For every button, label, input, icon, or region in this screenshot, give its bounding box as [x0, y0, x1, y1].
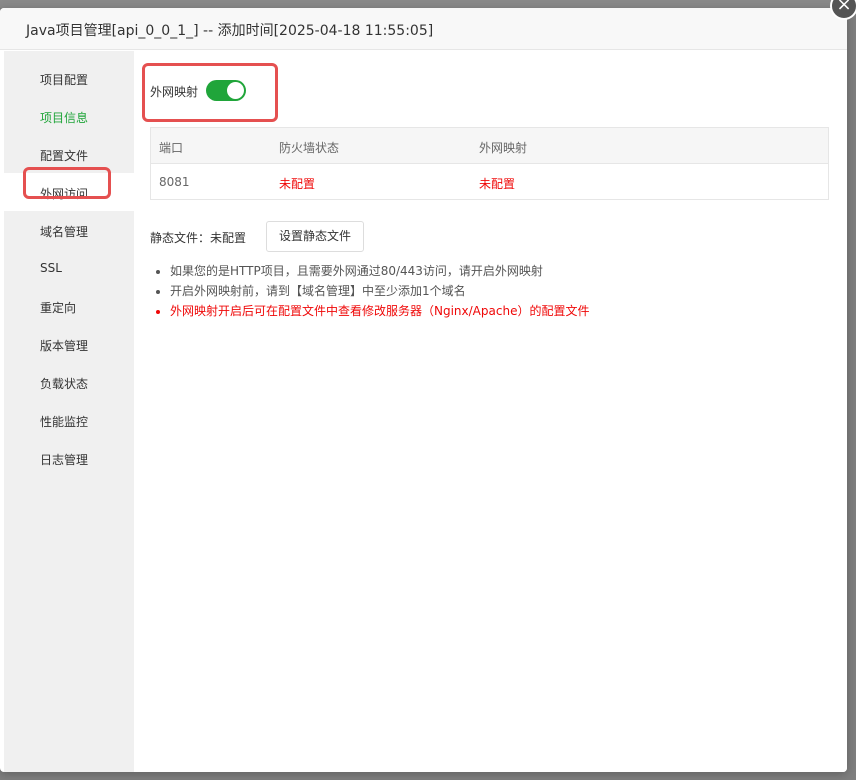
main-panel: 外网映射 端口 防火墙状态 外网映射 8081 未配置 未配置 静态文件：未配置… — [134, 51, 847, 772]
header-port: 端口 — [159, 141, 184, 155]
sidebar-item-project-info[interactable]: 项目信息 — [4, 97, 134, 135]
sidebar-item-performance-monitor[interactable]: 性能监控 — [4, 401, 134, 439]
backdrop — [0, 0, 856, 8]
tips-list: 如果您的是HTTP项目，且需要外网通过80/443访问，请开启外网映射 开启外网… — [150, 261, 589, 321]
header-firewall-status: 防火墙状态 — [279, 141, 340, 155]
sidebar-item-label: 项目信息 — [40, 111, 89, 125]
sidebar-item-version-management[interactable]: 版本管理 — [4, 325, 134, 363]
set-static-files-button[interactable]: 设置静态文件 — [266, 221, 364, 252]
cell-firewall-status: 未配置 — [279, 177, 316, 191]
sidebar-item-label: 负载状态 — [40, 377, 89, 391]
mapping-toggle-label: 外网映射 — [150, 85, 199, 99]
sidebar-item-label: 版本管理 — [40, 339, 89, 353]
toggle-knob — [227, 82, 244, 99]
static-files-label: 静态文件：未配置 — [150, 231, 247, 245]
dialog-title: Java项目管理[api_0_0_1_] -- 添加时间[2025-04-18 … — [26, 23, 434, 39]
sidebar-item-external-access[interactable]: 外网访问 — [4, 173, 134, 211]
tip-item: 如果您的是HTTP项目，且需要外网通过80/443访问，请开启外网映射 — [170, 261, 589, 281]
sidebar-item-label: 配置文件 — [40, 149, 89, 163]
header-external-mapping: 外网映射 — [479, 141, 528, 155]
cell-port: 8081 — [159, 175, 190, 189]
sidebar-item-label: 性能监控 — [40, 415, 89, 429]
tip-item: 开启外网映射前，请到【域名管理】中至少添加1个域名 — [170, 281, 589, 301]
sidebar-item-label: 重定向 — [40, 301, 77, 315]
sidebar-item-load-status[interactable]: 负载状态 — [4, 363, 134, 401]
close-icon: × — [836, 0, 852, 15]
sidebar-item-project-config[interactable]: 项目配置 — [4, 59, 134, 97]
sidebar-item-label: 项目配置 — [40, 73, 89, 87]
sidebar-item-log-management[interactable]: 日志管理 — [4, 439, 134, 477]
tip-item-warning: 外网映射开启后可在配置文件中查看修改服务器（Nginx/Apache）的配置文件 — [170, 301, 589, 321]
mapping-toggle[interactable] — [206, 80, 246, 101]
sidebar-item-redirect[interactable]: 重定向 — [4, 287, 134, 325]
dialog-title-bar: Java项目管理[api_0_0_1_] -- 添加时间[2025-04-18 … — [0, 8, 847, 50]
sidebar-item-label: 日志管理 — [40, 453, 89, 467]
sidebar-item-config-file[interactable]: 配置文件 — [4, 135, 134, 173]
table-header: 端口 防火墙状态 外网映射 — [151, 128, 828, 164]
sidebar: 项目配置 项目信息 配置文件 外网访问 域名管理 SSL 重定向 版本管理 负载… — [4, 51, 134, 772]
table-row: 8081 未配置 未配置 — [151, 164, 828, 199]
sidebar-item-label: SSL — [40, 261, 62, 275]
sidebar-item-label: 外网访问 — [40, 187, 89, 201]
cell-external-mapping: 未配置 — [479, 177, 516, 191]
sidebar-item-ssl[interactable]: SSL — [4, 249, 134, 287]
project-dialog: Java项目管理[api_0_0_1_] -- 添加时间[2025-04-18 … — [0, 8, 847, 772]
port-table: 端口 防火墙状态 外网映射 8081 未配置 未配置 — [150, 127, 829, 200]
sidebar-item-domain-management[interactable]: 域名管理 — [4, 211, 134, 249]
sidebar-item-label: 域名管理 — [40, 225, 89, 239]
